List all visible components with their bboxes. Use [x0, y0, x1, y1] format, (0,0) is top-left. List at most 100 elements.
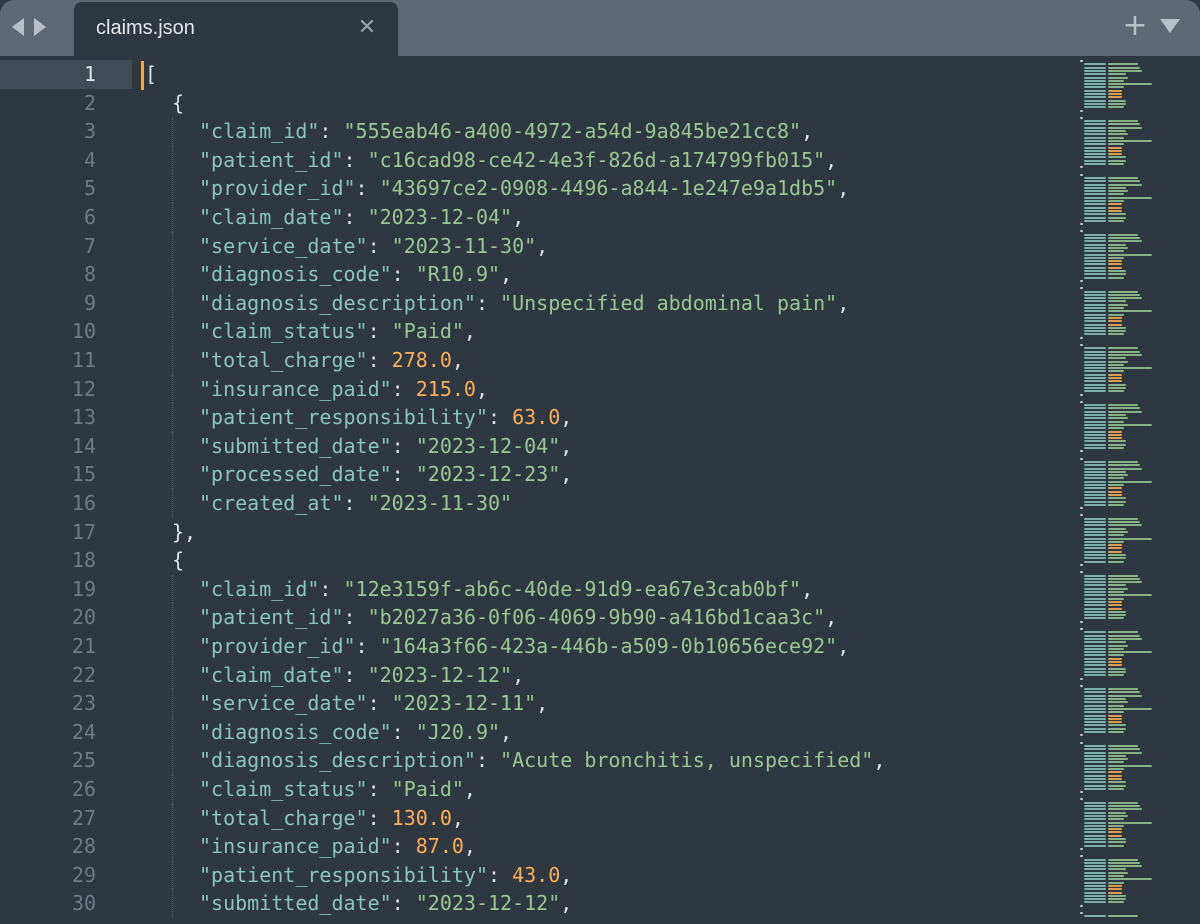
minimap-line	[1084, 901, 1106, 904]
minimap-line	[1108, 186, 1126, 189]
indent-guide	[172, 346, 173, 375]
minimap-line	[1108, 383, 1126, 386]
minimap-line	[1108, 146, 1122, 149]
minimap-line	[1108, 688, 1138, 691]
minimap-line	[1080, 287, 1083, 290]
json-string: "c16cad98-ce42-4e3f-826d-a174799fb015"	[367, 147, 826, 172]
minimap-line	[1084, 631, 1106, 634]
minimap-line	[1084, 297, 1106, 300]
code-line: {	[172, 89, 184, 118]
json-key: "service_date"	[199, 233, 368, 258]
tab-claims-json[interactable]: claims.json ✕	[74, 2, 398, 56]
minimap-line	[1084, 637, 1106, 640]
minimap-line	[1108, 861, 1140, 864]
minimap-line	[1108, 610, 1126, 613]
minimap-line	[1108, 423, 1152, 426]
minimap[interactable]	[1074, 56, 1200, 924]
minimap-line	[1108, 360, 1128, 363]
indent-guide	[172, 860, 173, 890]
minimap-line	[1108, 607, 1122, 610]
code-line: "claim_status": "Paid",	[199, 317, 476, 346]
indent-guide	[172, 832, 173, 861]
minimap-line	[1084, 347, 1106, 350]
json-punctuation: ,	[512, 662, 525, 687]
line-number: 3	[83, 119, 96, 144]
minimap-line	[1108, 410, 1142, 413]
minimap-line	[1084, 310, 1106, 313]
tab-navigation	[12, 15, 46, 39]
minimap-line	[1108, 581, 1142, 584]
minimap-line	[1084, 237, 1106, 239]
minimap-line	[1108, 521, 1140, 523]
json-punctuation: :	[343, 147, 368, 172]
line-number: 24	[71, 719, 96, 744]
minimap-line	[1080, 400, 1083, 403]
minimap-line	[1084, 93, 1106, 95]
indent-guide	[172, 889, 173, 918]
json-punctuation: ,	[536, 691, 549, 716]
minimap-line	[1084, 497, 1106, 500]
code-area[interactable]: [{"claim_id": "555eab46-a400-4972-a54d-9…	[141, 56, 1071, 924]
minimap-line	[1108, 503, 1124, 506]
minimap-line	[1084, 661, 1106, 663]
indent-guide	[172, 145, 173, 175]
minimap-line	[1084, 333, 1106, 336]
minimap-line	[1108, 751, 1142, 754]
minimap-line	[1108, 557, 1126, 560]
minimap-line	[1108, 787, 1124, 790]
line-number: 16	[71, 491, 96, 515]
code-line: "provider_id": "43697ce2-0908-4496-a844-…	[199, 174, 849, 203]
plus-icon[interactable]: +	[1122, 10, 1148, 42]
minimap-line	[1108, 266, 1122, 269]
code-line: "diagnosis_description": "Unspecified ab…	[199, 289, 849, 318]
json-punctuation: :	[391, 433, 416, 458]
minimap-line	[1108, 707, 1152, 710]
minimap-line	[1108, 530, 1128, 533]
minimap-line	[1108, 270, 1126, 272]
minimap-line	[1084, 69, 1106, 72]
minimap-line	[1084, 99, 1106, 102]
minimap-line	[1108, 130, 1126, 132]
minimap-line	[1084, 186, 1106, 189]
minimap-line	[1084, 156, 1106, 159]
triangle-right-icon[interactable]	[34, 18, 46, 36]
json-punctuation: ,	[560, 405, 573, 430]
minimap-line	[1084, 370, 1106, 373]
minimap-line	[1108, 99, 1126, 102]
indent-guide	[172, 489, 173, 518]
minimap-line	[1084, 871, 1106, 874]
json-key: "claim_id"	[199, 576, 320, 601]
close-icon[interactable]: ✕	[356, 16, 378, 40]
minimap-line	[1084, 557, 1106, 560]
minimap-line	[1084, 754, 1106, 757]
minimap-line	[1080, 798, 1083, 801]
line-number: 10	[71, 319, 96, 344]
minimap-line	[1108, 330, 1126, 333]
line-number: 27	[71, 805, 96, 830]
json-punctuation: :	[343, 205, 368, 229]
minimap-line	[1084, 290, 1106, 293]
code-editor[interactable]: 1 2 3 4 5 6 7 8 9 10 11 12 13 14 15 16 17 18 19 20 21 22 23 24 2…	[0, 56, 1200, 924]
minimap-line	[1084, 276, 1106, 279]
minimap-line	[1084, 163, 1106, 165]
minimap-line	[1108, 250, 1124, 253]
minimap-line	[1080, 173, 1083, 176]
indent-guide	[172, 460, 173, 489]
json-string: "2023-11-30"	[367, 491, 513, 515]
minimap-line	[1108, 126, 1142, 129]
json-punctuation: :	[319, 119, 344, 144]
minimap-line	[1084, 316, 1106, 319]
minimap-line	[1108, 156, 1126, 159]
chevron-down-icon[interactable]	[1160, 19, 1180, 33]
line-number: 21	[71, 634, 96, 658]
json-punctuation: :	[343, 491, 368, 515]
minimap-line	[1108, 240, 1142, 243]
minimap-line	[1108, 647, 1124, 650]
code-line: "patient_id": "b2027a36-0f06-4069-9b90-a…	[199, 603, 837, 632]
minimap-line	[1108, 263, 1122, 266]
minimap-line	[1080, 393, 1083, 396]
indent-guide	[172, 717, 173, 747]
code-line: "total_charge": 278.0,	[199, 346, 464, 375]
json-punctuation: ,	[500, 719, 513, 744]
triangle-left-icon[interactable]	[12, 18, 24, 36]
